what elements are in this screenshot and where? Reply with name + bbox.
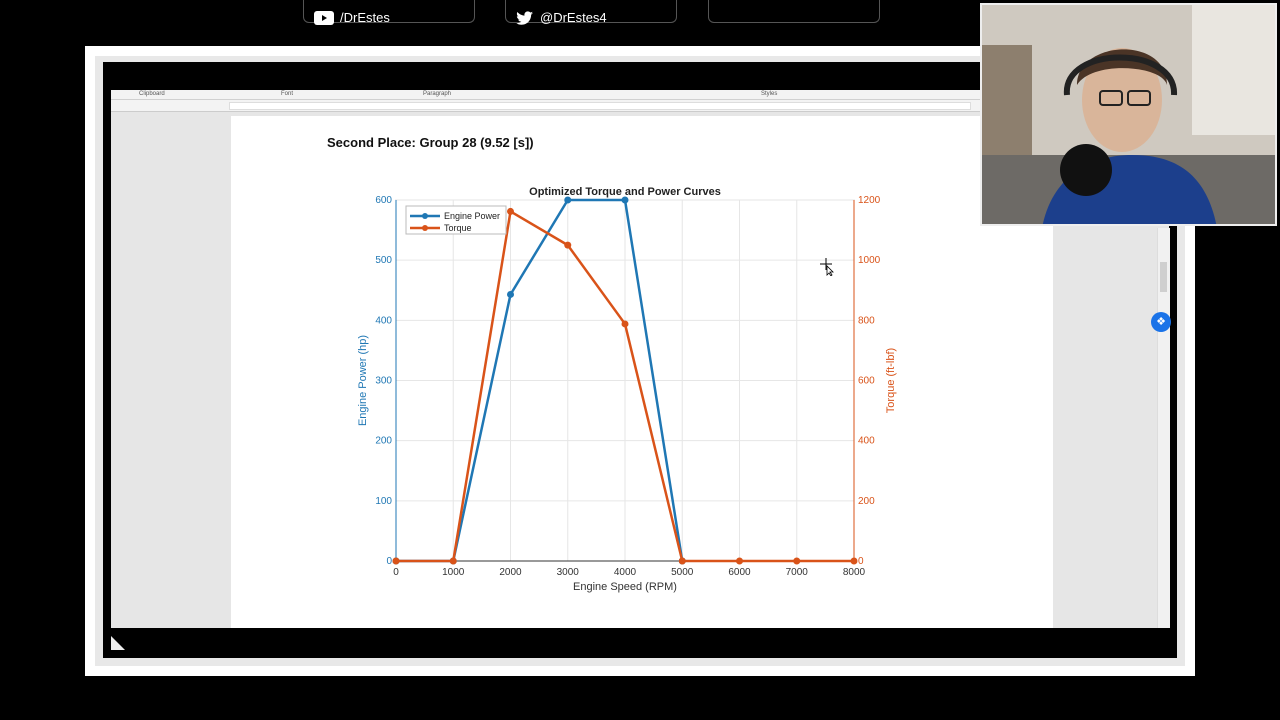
x-tick-label: 3000 bbox=[557, 567, 580, 578]
youtube-icon bbox=[314, 10, 334, 25]
youtube-handle-text: /DrEstes bbox=[340, 10, 390, 25]
horizontal-ruler[interactable] bbox=[111, 100, 981, 112]
y-tick-label: 300 bbox=[375, 376, 392, 387]
scrollbar-thumb[interactable] bbox=[1160, 262, 1167, 292]
y2-tick-label: 0 bbox=[858, 556, 864, 567]
data-point bbox=[507, 290, 514, 298]
x-tick-label: 5000 bbox=[671, 567, 694, 578]
twitter-icon bbox=[516, 10, 534, 25]
x-tick-label: 1000 bbox=[442, 567, 465, 578]
y2-tick-label: 200 bbox=[858, 496, 875, 507]
chart-legend: Engine Power Torque bbox=[405, 205, 507, 235]
data-point bbox=[793, 557, 801, 565]
data-point bbox=[507, 207, 514, 215]
y-tick-label: 500 bbox=[375, 255, 392, 266]
ribbon-group-labels: Clipboard Font Paragraph Styles bbox=[111, 90, 981, 100]
data-point bbox=[564, 241, 572, 249]
legend-swatch-marker bbox=[422, 225, 428, 231]
vertical-scrollbar[interactable] bbox=[1157, 228, 1170, 628]
x-tick-label: 7000 bbox=[786, 567, 809, 578]
data-point bbox=[392, 557, 400, 565]
y-tick-label: 400 bbox=[375, 315, 392, 326]
ribbon-group-paragraph[interactable]: Paragraph bbox=[423, 91, 451, 97]
legend-swatch-marker bbox=[422, 213, 428, 219]
window-corner-marker bbox=[111, 636, 125, 650]
x-tick-label: 0 bbox=[393, 567, 399, 578]
twitter-handle: @DrEstes4 bbox=[516, 10, 607, 25]
data-point bbox=[621, 320, 629, 328]
data-point bbox=[621, 196, 629, 204]
twitter-handle-text: @DrEstes4 bbox=[540, 10, 607, 25]
x-tick-label: 8000 bbox=[843, 567, 866, 578]
data-point bbox=[678, 557, 686, 565]
data-point bbox=[449, 557, 457, 565]
y2-tick-label: 800 bbox=[858, 315, 875, 326]
ribbon-group-font[interactable]: Font bbox=[281, 91, 293, 97]
x-tick-label: 6000 bbox=[728, 567, 751, 578]
document-heading: Second Place: Group 28 (9.52 [s]) bbox=[327, 135, 534, 150]
data-point bbox=[564, 196, 572, 204]
x-axis-label: Engine Speed (RPM) bbox=[573, 581, 677, 593]
legend-label: Engine Power bbox=[444, 211, 500, 221]
y-tick-label: 600 bbox=[375, 195, 392, 206]
webcam-overlay bbox=[980, 3, 1277, 226]
y2-axis-label: Torque (ft-lbf) bbox=[885, 348, 897, 413]
y2-tick-label: 400 bbox=[858, 436, 875, 447]
ribbon-group-styles[interactable]: Styles bbox=[761, 91, 777, 97]
torque-power-chart: 0 1000 2000 3000 4000 5000 6000 7000 80000100200… bbox=[357, 186, 897, 593]
chart-title: Optimized Torque and Power Curves bbox=[529, 186, 721, 198]
y-tick-label: 200 bbox=[375, 436, 392, 447]
y-tick-label: 100 bbox=[375, 496, 392, 507]
y-tick-label: 0 bbox=[386, 556, 392, 567]
header-decoration bbox=[708, 0, 880, 23]
legend-label: Torque bbox=[444, 223, 472, 233]
x-tick-label: 4000 bbox=[614, 567, 637, 578]
y2-tick-label: 1200 bbox=[858, 195, 881, 206]
y2-tick-label: 600 bbox=[858, 376, 875, 387]
webcam-image bbox=[982, 5, 1275, 224]
y2-tick-label: 1000 bbox=[858, 255, 881, 266]
data-point bbox=[736, 557, 743, 565]
data-point bbox=[850, 557, 858, 565]
y-axis-label: Engine Power (hp) bbox=[357, 335, 369, 426]
x-tick-label: 2000 bbox=[499, 567, 522, 578]
dropbox-icon[interactable]: ❖ bbox=[1151, 312, 1171, 332]
ruler-text-area bbox=[229, 102, 971, 110]
ribbon-group-clipboard[interactable]: Clipboard bbox=[139, 91, 165, 97]
mouse-cursor-icon bbox=[820, 258, 834, 276]
youtube-handle: /DrEstes bbox=[314, 10, 390, 25]
